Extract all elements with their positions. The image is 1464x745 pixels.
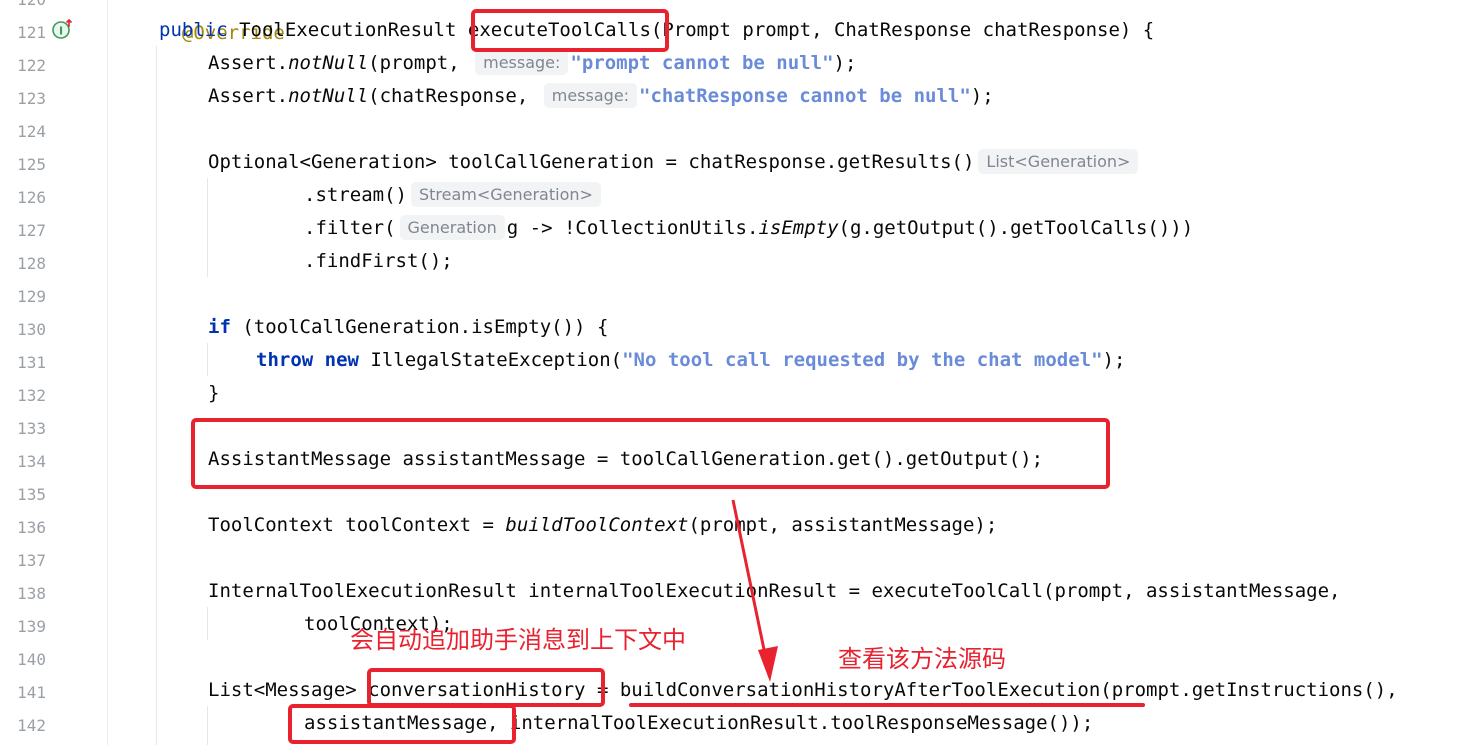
code-text: .stream()	[304, 184, 407, 206]
line-number[interactable]: 128	[0, 247, 46, 280]
highlight-box-conversation-history	[367, 668, 605, 707]
line-number[interactable]: 130	[0, 313, 46, 346]
code-line-132[interactable]: }	[208, 377, 219, 410]
implements-method-icon[interactable]: I	[51, 18, 73, 40]
code-line-123[interactable]: Assert.notNull(chatResponse, message: "ch…	[208, 80, 994, 113]
indent-guide	[207, 178, 208, 277]
parameter-hint: message:	[475, 50, 569, 75]
code-text: (prompt, assistantMessage);	[688, 514, 998, 536]
code-text: );	[1102, 349, 1126, 371]
type-hint: Stream<Generation>	[410, 182, 601, 207]
code-text: ToolContext toolContext =	[208, 514, 506, 536]
code-text: .filter(	[304, 217, 396, 239]
line-number[interactable]: 123	[0, 82, 46, 115]
line-number[interactable]: 120	[0, 0, 46, 16]
keyword: throw	[256, 349, 314, 371]
string-literal: "No tool call requested by the chat mode…	[622, 349, 1103, 371]
code-line-128[interactable]: .findFirst();	[304, 245, 453, 278]
line-number[interactable]: 136	[0, 511, 46, 544]
string-literal: "chatResponse cannot be null"	[639, 85, 971, 107]
type-hint: List<Generation>	[978, 149, 1139, 174]
code-text: );	[833, 52, 857, 74]
code-text: .findFirst();	[304, 250, 453, 272]
code-text: IllegalStateException(	[358, 349, 623, 371]
line-number[interactable]: 129	[0, 280, 46, 313]
type-hint: Generation	[399, 215, 505, 240]
keyword: new	[324, 349, 359, 371]
code-text: (toolCallGeneration.isEmpty()) {	[230, 316, 609, 338]
code-text: Optional<Generation> toolCallGeneration …	[208, 151, 975, 173]
annotation-context-note: 会自动追加助手消息到上下文中	[350, 626, 686, 654]
indent-guide	[207, 343, 208, 376]
line-number[interactable]: 125	[0, 148, 46, 181]
indent-guide	[207, 607, 208, 640]
code-text: (prompt,	[368, 52, 472, 74]
line-number[interactable]: 135	[0, 478, 46, 511]
static-call: notNull	[288, 52, 369, 74]
code-text: Assert.	[208, 85, 289, 107]
code-line-138[interactable]: InternalToolExecutionResult internalTool…	[208, 575, 1340, 608]
line-number[interactable]: 122	[0, 49, 46, 82]
indent-guide	[156, 46, 157, 745]
keyword: if	[208, 316, 231, 338]
line-number[interactable]: 124	[0, 115, 46, 148]
line-number[interactable]: 132	[0, 379, 46, 412]
keyword: public	[159, 19, 228, 41]
line-number[interactable]: 121	[0, 16, 46, 49]
code-line-130[interactable]: if (toolCallGeneration.isEmpty()) {	[208, 311, 608, 344]
code-text: }	[208, 382, 220, 404]
code-text: (chatResponse,	[368, 85, 540, 107]
code-line-131[interactable]: throw new IllegalStateException("No tool…	[256, 344, 1125, 377]
return-type: ToolExecutionResult	[239, 19, 457, 41]
code-line-126[interactable]: .stream() Stream<Generation>	[304, 179, 603, 212]
svg-text:I: I	[59, 25, 63, 38]
line-number[interactable]: 137	[0, 544, 46, 577]
method-call: buildConversationHistoryAfterToolExecuti…	[619, 679, 1101, 701]
line-number[interactable]: 134	[0, 445, 46, 478]
highlight-box-assistant-message	[191, 418, 1110, 489]
code-line-125[interactable]: Optional<Generation> toolCallGeneration …	[208, 146, 1140, 179]
code-text: internalToolExecutionResult.toolResponse…	[498, 712, 1094, 734]
indent-guide	[207, 706, 208, 745]
line-number[interactable]: 142	[0, 709, 46, 742]
method-call: buildToolContext	[505, 514, 689, 536]
parameter-hint: message:	[543, 83, 638, 108]
line-number[interactable]: 139	[0, 610, 46, 643]
code-text: Assert.	[208, 52, 289, 74]
code-text: List<Message>	[208, 679, 369, 701]
highlight-box-assistant-message-arg	[288, 704, 516, 744]
line-number[interactable]: 140	[0, 643, 46, 676]
method-params: (Prompt prompt, ChatResponse chatRespons…	[650, 19, 1155, 41]
string-literal: "prompt cannot be null"	[570, 52, 834, 74]
line-number[interactable]: 131	[0, 346, 46, 379]
code-text: );	[970, 85, 994, 107]
code-text: g -> !CollectionUtils.	[506, 217, 759, 239]
line-number[interactable]: 126	[0, 181, 46, 214]
static-call: notNull	[288, 85, 369, 107]
static-call: isEmpty	[758, 217, 839, 239]
annotation-source-note: 查看该方法源码	[838, 645, 1006, 673]
code-text: (g.getOutput().getToolCalls()))	[838, 217, 1194, 239]
line-number[interactable]: 127	[0, 214, 46, 247]
code-line-136[interactable]: ToolContext toolContext = buildToolConte…	[208, 509, 997, 542]
line-number[interactable]: 141	[0, 676, 46, 709]
code-text: (prompt.getInstructions(),	[1100, 679, 1398, 701]
line-number[interactable]: 133	[0, 412, 46, 445]
highlight-box-execute-tool-calls	[471, 9, 669, 52]
line-number[interactable]: 138	[0, 577, 46, 610]
code-text: InternalToolExecutionResult internalTool…	[208, 580, 1341, 602]
code-line-127[interactable]: .filter(Generation g -> !CollectionUtils.…	[304, 212, 1193, 245]
